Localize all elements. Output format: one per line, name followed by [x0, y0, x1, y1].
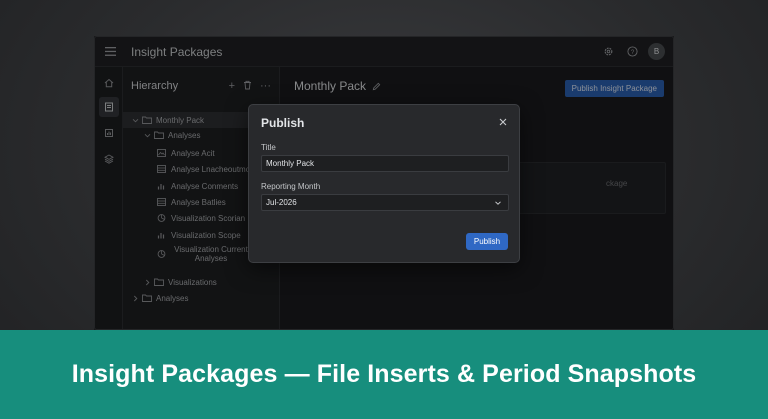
top-bar: Insight Packages ? B [95, 37, 673, 67]
tree-item[interactable]: Visualization Scorian [123, 210, 245, 226]
layers-icon[interactable] [99, 149, 119, 169]
reporting-month-select[interactable]: Jul-2026 [261, 194, 509, 211]
tree-item[interactable]: Analyse Acit [123, 145, 215, 161]
package-card-text: ckage [606, 179, 628, 188]
chevron-down-icon[interactable] [143, 132, 151, 139]
folder-icon [154, 131, 164, 139]
add-icon[interactable]: + [229, 80, 235, 93]
user-avatar[interactable]: B [648, 43, 665, 60]
bar-chart-icon [157, 182, 167, 190]
table-icon [157, 165, 167, 173]
chevron-down-icon[interactable] [131, 117, 139, 124]
reporting-month-value: Jul-2026 [266, 198, 297, 207]
publish-button[interactable]: Publish [466, 233, 508, 250]
tree-item-label: Analyses [156, 293, 189, 303]
reporting-month-label: Reporting Month [261, 182, 321, 191]
tree-item-label: Visualization Scorian [171, 213, 246, 223]
package-title: Monthly Pack [294, 79, 367, 93]
pie-chart-icon [157, 250, 167, 258]
hamburger-menu-icon[interactable] [95, 37, 125, 67]
tree-item[interactable]: Analyse Conments [123, 178, 238, 194]
tree-folder[interactable]: Analyses [123, 290, 188, 306]
banner-caption: Insight Packages — File Inserts & Period… [71, 360, 697, 388]
caption-banner: Insight Packages — File Inserts & Period… [0, 330, 768, 419]
delete-icon[interactable] [243, 80, 252, 93]
analytics-icon[interactable] [99, 123, 119, 143]
tree-item-label: Monthly Pack [156, 115, 205, 125]
pie-chart-icon [157, 214, 167, 222]
tree-item[interactable]: Analyse Lnacheoutmo [123, 161, 250, 177]
tree-item-label: Analyse Acit [171, 148, 215, 158]
folder-icon [154, 278, 164, 286]
app-title: Insight Packages [131, 44, 223, 59]
home-icon[interactable] [99, 73, 119, 93]
folder-icon [142, 294, 152, 302]
chevron-right-icon[interactable] [131, 295, 139, 302]
publish-dialog: Publish Title Monthly Pack Reporting Mon… [248, 104, 520, 263]
image-icon [157, 149, 167, 157]
edit-pencil-icon[interactable] [372, 82, 381, 91]
bar-chart-icon [157, 231, 167, 239]
chevron-right-icon[interactable] [143, 279, 151, 286]
tree-item[interactable]: Analyse Batlies [123, 194, 226, 210]
publish-insight-package-button[interactable]: Publish Insight Package [564, 80, 664, 97]
settings-gear-icon[interactable] [600, 44, 616, 60]
table-icon [157, 198, 167, 206]
tree-item-label: Analyse Conments [171, 181, 239, 191]
nav-rail [95, 67, 123, 329]
more-icon[interactable]: ··· [260, 80, 271, 93]
hierarchy-title: Hierarchy [131, 80, 179, 92]
tree-item[interactable]: Visualization Scope [123, 227, 241, 243]
tree-item-label: Analyses [168, 130, 201, 140]
tree-item-label: Visualizations [168, 277, 217, 287]
tree-item-label: Visualization Current Analyses [174, 245, 248, 263]
title-label: Title [261, 143, 276, 152]
tree-item-label: Visualization Scope [171, 230, 241, 240]
tree-folder[interactable]: Visualizations [123, 274, 217, 290]
svg-text:?: ? [630, 49, 634, 56]
packages-icon[interactable] [99, 97, 119, 117]
help-icon[interactable]: ? [624, 44, 640, 60]
title-input[interactable]: Monthly Pack [261, 155, 509, 172]
tree-item-label: Analyse Lnacheoutmo [171, 164, 251, 174]
tree-folder[interactable]: Analyses [123, 127, 200, 143]
dialog-title: Publish [261, 116, 305, 130]
folder-icon [142, 116, 152, 124]
close-icon[interactable] [497, 116, 509, 128]
chevron-down-icon [495, 201, 501, 205]
tree-item[interactable]: Visualization Current Analyses [123, 243, 251, 265]
tree-item-label: Analyse Batlies [171, 197, 226, 207]
